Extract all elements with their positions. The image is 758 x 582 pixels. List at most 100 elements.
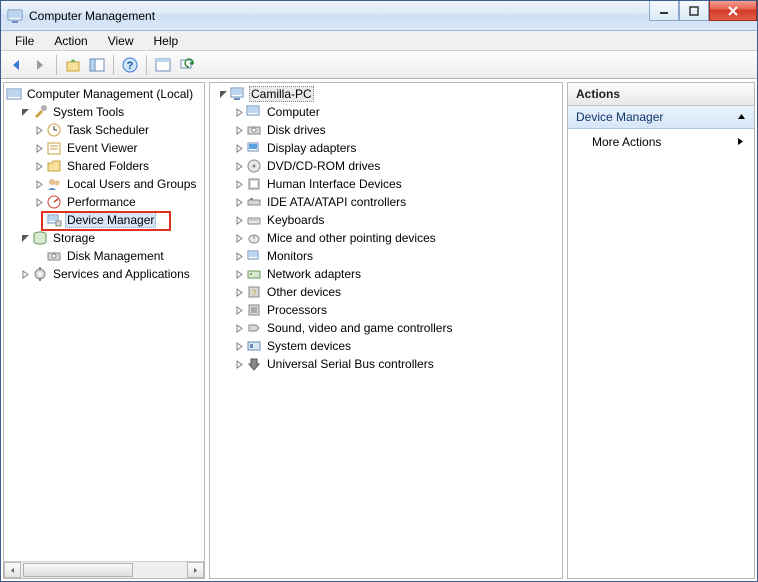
computer-icon [230, 86, 246, 102]
device-category-row[interactable]: DVD/CD-ROM drives [212, 157, 562, 175]
collapse-icon[interactable] [18, 231, 32, 245]
actions-header: Actions [568, 83, 754, 106]
forward-button[interactable] [29, 54, 51, 76]
tree-local-users[interactable]: Local Users and Groups [6, 175, 204, 193]
toolbar-separator [56, 55, 57, 75]
device-category-icon [246, 122, 262, 138]
services-icon [32, 266, 48, 282]
window-title: Computer Management [29, 9, 155, 23]
details-pane: Camilla-PC Computer Disk drivesDisplay ad… [209, 82, 563, 579]
scroll-thumb[interactable] [23, 563, 133, 577]
expand-icon[interactable] [232, 159, 246, 173]
app-icon [7, 8, 23, 24]
expand-icon[interactable] [232, 303, 246, 317]
back-button[interactable] [5, 54, 27, 76]
expand-icon[interactable] [232, 177, 246, 191]
console-tree[interactable]: Computer Management (Local) System Tools… [4, 83, 204, 561]
device-category-icon [246, 212, 262, 228]
minimize-button[interactable] [649, 1, 679, 21]
tree-shared-folders[interactable]: Shared Folders [6, 157, 204, 175]
tools-icon [32, 104, 48, 120]
disk-icon [46, 248, 62, 264]
device-category-icon [246, 194, 262, 210]
tree-root[interactable]: Computer Management (Local) [6, 85, 204, 103]
expand-icon[interactable] [18, 267, 32, 281]
expand-icon[interactable] [232, 357, 246, 371]
maximize-button[interactable] [679, 1, 709, 21]
users-icon [46, 176, 62, 192]
tree-services-apps[interactable]: Services and Applications [6, 265, 204, 283]
horizontal-scrollbar[interactable] [4, 561, 204, 578]
device-category-row[interactable]: ?Other devices [212, 283, 562, 301]
device-category-row[interactable]: Sound, video and game controllers [212, 319, 562, 337]
expand-icon[interactable] [232, 285, 246, 299]
device-category-label: Computer [265, 104, 322, 120]
actions-more-label: More Actions [592, 135, 661, 149]
tree-storage[interactable]: Storage [6, 229, 204, 247]
device-category-label: Disk drives [265, 122, 328, 138]
expand-icon[interactable] [232, 339, 246, 353]
device-category-row[interactable]: Disk drives [212, 121, 562, 139]
expand-icon[interactable] [232, 213, 246, 227]
expand-icon[interactable] [32, 123, 46, 137]
device-category-label: Keyboards [265, 212, 326, 228]
device-category-row[interactable]: Network adapters [212, 265, 562, 283]
expand-icon[interactable] [232, 123, 246, 137]
device-tree[interactable]: Camilla-PC Computer Disk drivesDisplay ad… [210, 83, 562, 578]
expand-icon[interactable] [32, 195, 46, 209]
tree-disk-management[interactable]: Disk Management [6, 247, 204, 265]
menu-view[interactable]: View [98, 32, 144, 50]
tree-performance[interactable]: Performance [6, 193, 204, 211]
device-root[interactable]: Camilla-PC [212, 85, 562, 103]
properties-button[interactable] [152, 54, 174, 76]
close-button[interactable] [709, 1, 757, 21]
tree-task-scheduler[interactable]: Task Scheduler [6, 121, 204, 139]
tree-system-tools[interactable]: System Tools [6, 103, 204, 121]
device-category-icon [246, 140, 262, 156]
scroll-left-button[interactable] [4, 562, 21, 578]
device-category-row[interactable]: Monitors [212, 247, 562, 265]
mmc-icon [6, 86, 22, 102]
expand-icon[interactable] [232, 321, 246, 335]
device-category-row[interactable]: Processors [212, 301, 562, 319]
device-category-row[interactable]: Human Interface Devices [212, 175, 562, 193]
expand-icon[interactable] [32, 141, 46, 155]
titlebar[interactable]: Computer Management [1, 1, 757, 31]
device-category-row[interactable]: Mice and other pointing devices [212, 229, 562, 247]
actions-section[interactable]: Device Manager [568, 106, 754, 129]
menu-help[interactable]: Help [144, 32, 189, 50]
device-category-row[interactable]: IDE ATA/ATAPI controllers [212, 193, 562, 211]
menu-action[interactable]: Action [44, 32, 97, 50]
expand-icon[interactable] [232, 105, 246, 119]
expand-icon[interactable] [32, 159, 46, 173]
menu-file[interactable]: File [5, 32, 44, 50]
computer-management-window: Computer Management File Action View Hel… [0, 0, 758, 582]
refresh-button[interactable] [176, 54, 198, 76]
device-category-icon: ? [246, 284, 262, 300]
device-category-row[interactable]: Computer [212, 103, 562, 121]
show-hide-tree-button[interactable] [86, 54, 108, 76]
device-category-row[interactable]: Keyboards [212, 211, 562, 229]
up-button[interactable] [62, 54, 84, 76]
scroll-right-button[interactable] [187, 562, 204, 578]
scroll-track[interactable] [21, 562, 187, 578]
expand-icon[interactable] [232, 195, 246, 209]
expand-icon[interactable] [232, 249, 246, 263]
expand-icon[interactable] [232, 231, 246, 245]
device-category-row[interactable]: Display adapters [212, 139, 562, 157]
device-category-label: Human Interface Devices [265, 176, 404, 192]
submenu-arrow-icon [737, 135, 744, 149]
collapse-icon[interactable] [18, 105, 32, 119]
help-button[interactable]: ? [119, 54, 141, 76]
expand-icon[interactable] [232, 141, 246, 155]
tree-event-viewer[interactable]: Event Viewer [6, 139, 204, 157]
expand-icon[interactable] [32, 177, 46, 191]
toolbar: ? [1, 51, 757, 79]
device-category-row[interactable]: Universal Serial Bus controllers [212, 355, 562, 373]
collapse-icon[interactable] [216, 87, 230, 101]
device-category-icon [246, 104, 262, 120]
device-category-row[interactable]: System devices [212, 337, 562, 355]
device-category-label: System devices [265, 338, 353, 354]
expand-icon[interactable] [232, 267, 246, 281]
actions-more[interactable]: More Actions [568, 129, 754, 155]
